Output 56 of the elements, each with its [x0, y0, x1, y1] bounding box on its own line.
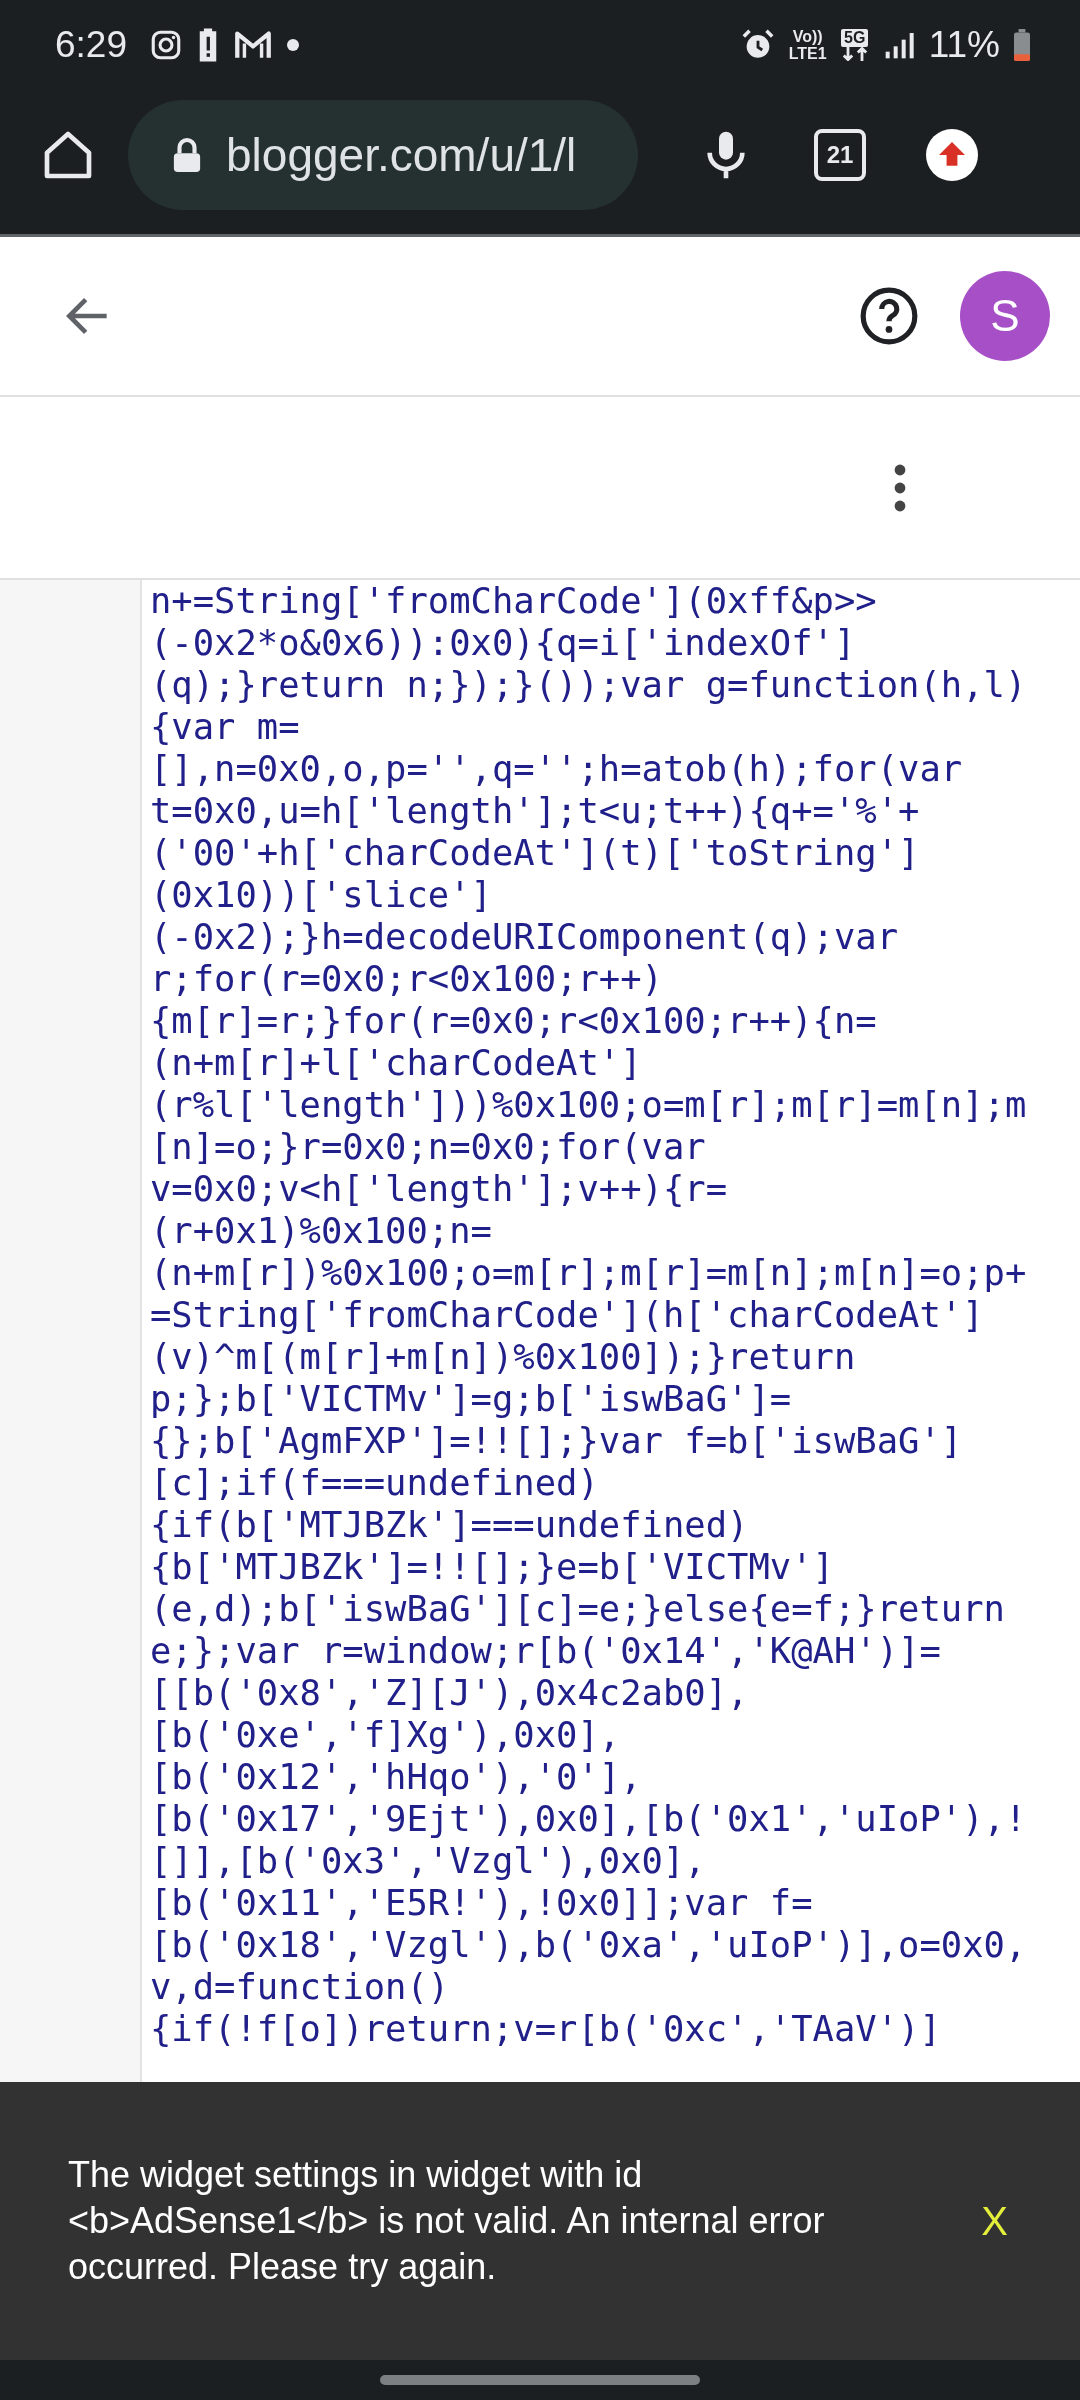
more-options-icon[interactable] — [893, 463, 907, 512]
gesture-handle[interactable] — [380, 2375, 700, 2385]
account-avatar[interactable]: S — [960, 271, 1050, 361]
code-line: (q);}return n;});}());var g=function(h,l) — [150, 664, 1027, 706]
code-line: v=0x0;v<h['length'];v++){r= — [150, 1168, 729, 1210]
code-line: [b('0x12','hHqo'),'0'], — [150, 1756, 643, 1798]
volte-label: Vo)) — [792, 28, 823, 45]
url-bar[interactable]: blogger.com/u/1/l — [128, 100, 638, 210]
code-line: (n+m[r])%0x100;o=m[r];m[r]=m[n];m[n]=o;p+ — [150, 1252, 1027, 1294]
code-line: ('00'+h['charCodeAt'](t)['toString'] — [150, 832, 921, 874]
instagram-icon — [149, 28, 183, 62]
code-line: (r+0x1)%0x100;n= — [150, 1210, 493, 1252]
code-line: [b('0x11','E5R!'),!0x0]];var f= — [150, 1882, 814, 1924]
code-line: [b('0x18','Vzgl'),b('0xa','uIoP')],o=0x0, — [150, 1924, 1027, 1966]
code-line: [b('0xe','f]Xg'),0x0], — [150, 1714, 622, 1756]
code-line: r;for(r=0x0;r<0x100;r++) — [150, 958, 664, 1000]
help-icon[interactable] — [858, 285, 920, 347]
code-line: {};b['AgmFXP']=!![];}var f=b['iswBaG'] — [150, 1420, 964, 1462]
lock-icon — [172, 136, 202, 174]
update-icon[interactable] — [926, 129, 978, 181]
battery-percent: 11% — [928, 24, 1000, 66]
code-line: {var m= — [150, 706, 301, 748]
code-line: {b['MTJBZk']=!![];}e=b['VICTMv'] — [150, 1546, 835, 1588]
code-line: n+=String['fromCharCode'](0xff&p>> — [150, 580, 878, 622]
code-line: =String['fromCharCode'](h['charCodeAt'] — [150, 1294, 985, 1336]
code-line: {if(b['MTJBZk']===undefined) — [150, 1504, 750, 1546]
code-line: []],[b('0x3','Vzgl'),0x0], — [150, 1840, 707, 1882]
code-line: t=0x0,u=h['length'];t<u;t++){q+='%'+ — [150, 790, 921, 832]
code-line: {if(!f[o])return;v=r[b('0xc','TAaV')] — [150, 2008, 942, 2050]
code-line: [b('0x17','9Ejt'),0x0],[b('0x1','uIoP'),! — [150, 1798, 1027, 1840]
code-line: (n+m[r]+l['charCodeAt'] — [150, 1042, 643, 1084]
code-line: [],n=0x0,o,p='',q='';h=atob(h);for(var — [150, 748, 964, 790]
code-line: [[b('0x8','Z][J'),0x4c2ab0], — [150, 1672, 750, 1714]
data-arrows-icon — [840, 47, 869, 61]
dismiss-button[interactable]: X — [969, 2190, 1020, 2252]
code-line: (v)^m[(m[r]+m[n])%0x100]);}return — [150, 1336, 857, 1378]
code-line: {m[r]=r;}for(r=0x0;r<0x100;r++){n= — [150, 1000, 878, 1042]
code-line: [n]=o;}r=0x0;n=0x0;for(var — [150, 1126, 707, 1168]
code-line: (-0x2);}h=decodeURIComponent(q);var — [150, 916, 900, 958]
battery-icon — [1014, 28, 1030, 62]
mail-icon — [233, 29, 273, 61]
code-line: e;};var r=window;r[b('0x14','K@AH')]= — [150, 1630, 942, 1672]
code-line: (-0x2*o&0x6)):0x0){q=i['indexOf'] — [150, 622, 857, 664]
code-line: (r%l['length']))%0x100;o=m[r];m[r]=m[n];m — [150, 1084, 1027, 1126]
code-line: (0x10))['slice'] — [150, 874, 493, 916]
tab-switcher-button[interactable]: 21 — [814, 129, 866, 181]
dot-icon — [287, 39, 299, 51]
error-message: The widget settings in widget with id <b>AdSense1</b> is not valid. An internal error occurred. Please try again. — [68, 2153, 826, 2289]
lte-label: LTE1 — [788, 45, 827, 62]
code-line: v,d=function() — [150, 1966, 451, 2008]
network-label: 5G — [841, 29, 869, 47]
code-line: p;};b['VICTMv']=g;b['iswBaG']= — [150, 1378, 793, 1420]
code-line: [c];if(f===undefined) — [150, 1462, 600, 1504]
status-time: 6:29 — [55, 24, 127, 66]
code-line: (e,d);b['iswBaG'][c]=e;}else{e=f;}return — [150, 1588, 1006, 1630]
battery-alert-icon — [197, 27, 219, 63]
